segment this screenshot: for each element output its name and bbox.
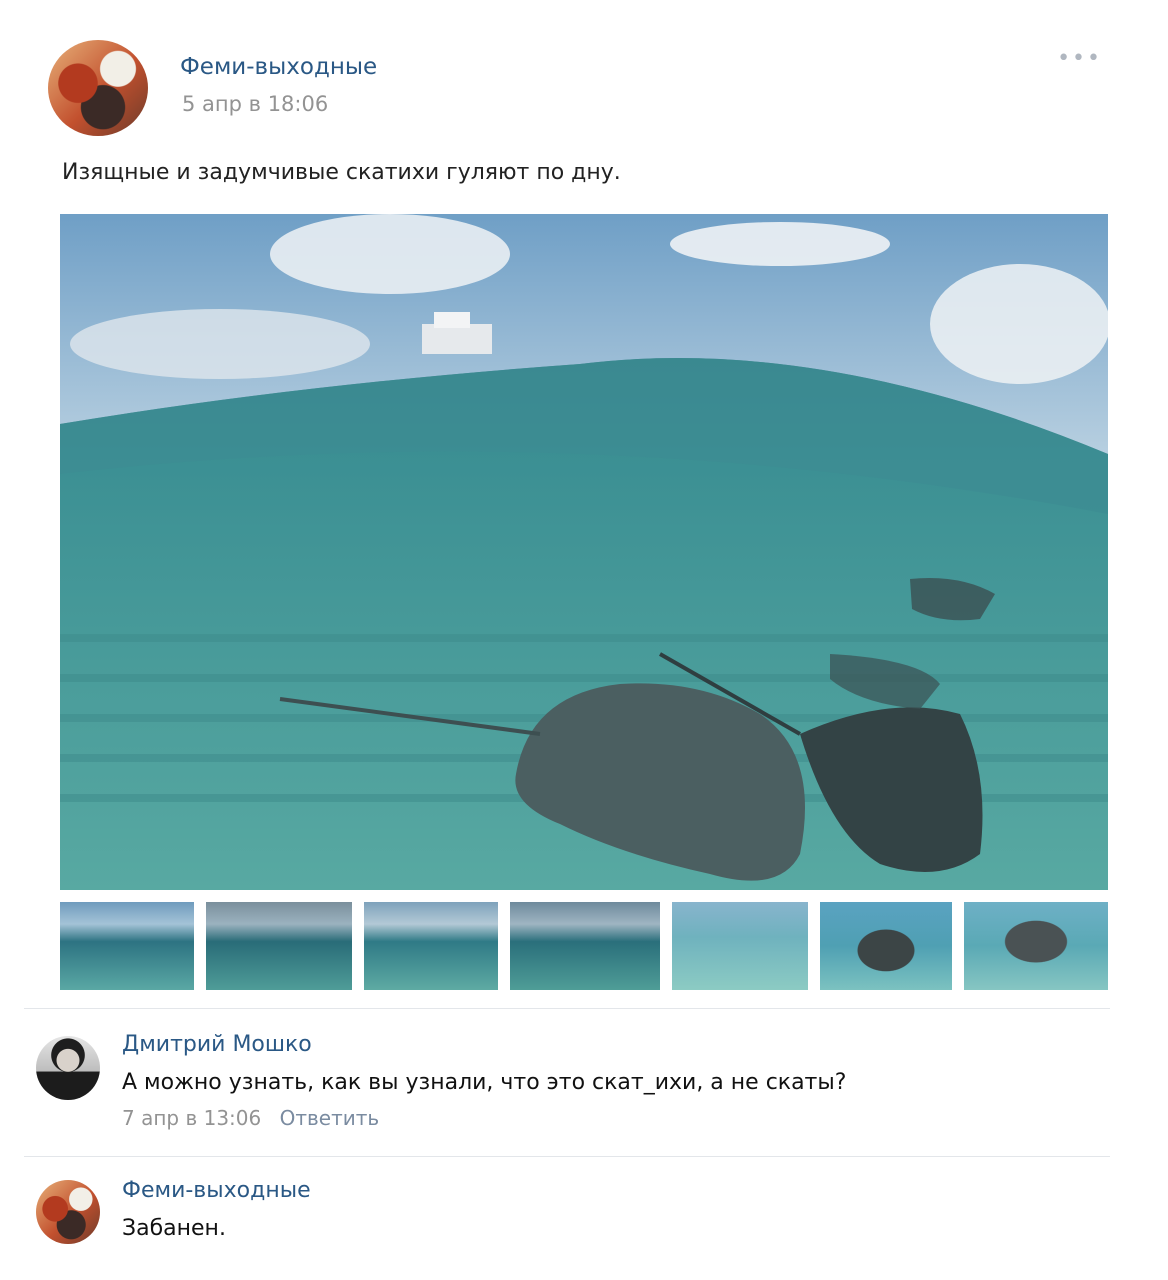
group-avatar[interactable] [48,40,148,136]
main-photo[interactable] [60,214,1108,890]
post-text: Изящные и задумчивые скатихи гуляют по д… [62,160,621,185]
photo-thumbnail[interactable] [206,902,352,990]
group-avatar[interactable] [36,1180,100,1244]
photo-thumbnail[interactable] [510,902,660,990]
photo-thumbnail[interactable] [364,902,498,990]
photo-thumbnail[interactable] [820,902,952,990]
reply-link[interactable]: Ответить [280,1106,380,1130]
photo-thumbnails [60,902,1108,990]
comments-divider [24,1156,1110,1157]
comment: Дмитрий Мошко А можно узнать, как вы узн… [24,1028,1104,1138]
comment-date[interactable]: 7 апр в 13:06 [122,1106,261,1130]
photo-thumbnail[interactable] [672,902,808,990]
photo-thumbnail[interactable] [60,902,194,990]
comment-author[interactable]: Феми-выходные [122,1178,311,1203]
commenter-avatar[interactable] [36,1036,100,1100]
comments-divider [24,1008,1110,1009]
more-dots-icon[interactable]: ••• [1057,46,1102,71]
photo-thumbnail[interactable] [964,902,1108,990]
post-author-name[interactable]: Феми-выходные [180,54,377,80]
comment-text: Забанен. [122,1216,226,1241]
vk-post: Феми-выходные 5 апр в 18:06 ••• Изящные … [0,0,1168,1280]
post-date[interactable]: 5 апр в 18:06 [182,92,328,116]
comment: Феми-выходные Забанен. [24,1174,1104,1254]
comment-author[interactable]: Дмитрий Мошко [122,1032,312,1057]
comment-meta: 7 апр в 13:06 Ответить [122,1106,379,1130]
comment-text: А можно узнать, как вы узнали, что это с… [122,1070,847,1095]
stingray-photo [60,214,1108,890]
post-header: Феми-выходные 5 апр в 18:06 ••• [48,40,1120,140]
